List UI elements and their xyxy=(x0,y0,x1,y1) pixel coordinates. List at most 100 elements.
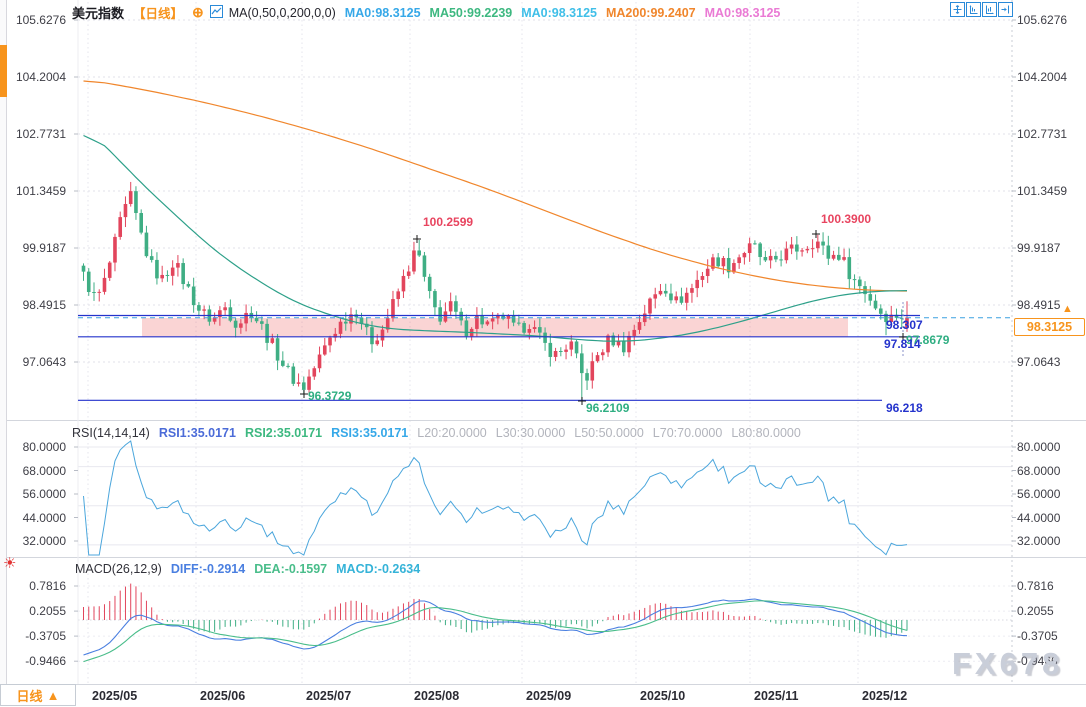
rsi-levels-item: L50:50.0000 xyxy=(574,426,644,440)
add-indicator-button[interactable]: ⊕ xyxy=(192,4,204,21)
axis-tick-label: 102.7731 xyxy=(1017,127,1067,141)
pan-tool-icon[interactable] xyxy=(950,2,965,17)
hot-indicator-icon[interactable]: ☀ xyxy=(3,556,16,572)
jump-to-latest-icon[interactable] xyxy=(998,2,1013,17)
ma-values-item: MA200:99.2407 xyxy=(606,6,696,20)
axis-tick-label: 104.2004 xyxy=(1017,70,1067,84)
rsi-title: RSI(14,14,14) xyxy=(72,426,150,440)
axis-tick-label: 0.7816 xyxy=(1017,579,1054,593)
price-up-arrow-icon: ▲ xyxy=(1062,303,1073,315)
ma50-line xyxy=(84,136,908,342)
axis-tick-label: 68.0000 xyxy=(1017,464,1060,478)
macd-values-item: MACD:-0.2634 xyxy=(336,562,420,576)
period-selector-label: 日线 xyxy=(17,686,43,705)
axis-tick-label: 68.0000 xyxy=(8,464,66,478)
time-axis-label: 2025/11 xyxy=(754,689,799,703)
macd-title: MACD(26,12,9) xyxy=(75,562,162,576)
axis-tick-label: 105.6276 xyxy=(8,13,66,27)
trading-chart-app: ☀ 美元指数 【日线】 ⊕ MA(0,50,0,200,0,0) MA0:98.… xyxy=(0,0,1086,707)
axis-tick-label: 98.4915 xyxy=(1017,298,1060,312)
rsi-levels-item: L30:30.0000 xyxy=(496,426,566,440)
macd-diff-line xyxy=(84,599,908,655)
price-chart-canvas[interactable] xyxy=(0,0,1086,707)
time-axis-label: 2025/05 xyxy=(92,689,137,703)
price-annotation: 96.218 xyxy=(886,402,923,415)
axis-tick-label: 0.2055 xyxy=(8,604,66,618)
current-price-badge: 98.3125 xyxy=(1014,318,1085,336)
axis-tick-label: 32.0000 xyxy=(1017,534,1060,548)
symbol-title: 美元指数 xyxy=(72,3,124,22)
macd-values-item: DIFF:-0.2914 xyxy=(171,562,245,576)
period-selector-arrow-icon: ▲ xyxy=(47,688,60,703)
axis-tick-label: -0.9466 xyxy=(8,654,66,668)
ma-settings-label: MA(0,50,0,200,0,0) xyxy=(229,6,336,20)
macd-dea-line xyxy=(84,601,908,662)
axis-tick-label: 80.0000 xyxy=(1017,440,1060,454)
time-axis-label: 2025/06 xyxy=(200,689,245,703)
ma-values-item: MA0:98.3125 xyxy=(705,6,781,20)
time-axis-label: 2025/12 xyxy=(862,689,907,703)
macd-values-legend: DIFF:-0.2914 DEA:-0.1597 MACD:-0.2634 xyxy=(171,562,429,576)
rsi-levels-legend: L20:20.0000 L30:30.0000 L50:50.0000 L70:70.… xyxy=(417,426,810,440)
watermark: FX678 xyxy=(952,646,1063,682)
axis-tick-label: 44.0000 xyxy=(8,511,66,525)
price-annotation: 100.3900 xyxy=(821,213,871,226)
axis-tick-label: 0.2055 xyxy=(1017,604,1054,618)
rsi-line xyxy=(84,441,908,555)
rsi-values-item: RSI1:35.0171 xyxy=(159,426,236,440)
rsi-values-item: RSI3:35.0171 xyxy=(331,426,408,440)
axis-scale-right-icon[interactable] xyxy=(982,2,997,17)
macd-values-item: DEA:-0.1597 xyxy=(254,562,327,576)
rsi-legend: RSI(14,14,14) RSI1:35.0171RSI2:35.0171RS… xyxy=(72,426,810,440)
axis-tick-label: 101.3459 xyxy=(8,184,66,198)
axis-tick-label: 0.7816 xyxy=(8,579,66,593)
axis-tick-label: 97.0643 xyxy=(8,355,66,369)
ma-values-item: MA0:98.3125 xyxy=(345,6,421,20)
price-annotation: 100.2599 xyxy=(423,216,473,229)
axis-tick-label: 97.0643 xyxy=(1017,355,1060,369)
rsi-values-legend: RSI1:35.0171 RSI2:35.0171 RSI3:35.0171 xyxy=(159,426,417,440)
axis-tick-label: 102.7731 xyxy=(8,127,66,141)
axis-tick-label: 99.9187 xyxy=(1017,241,1060,255)
ma-values-item: MA50:99.2239 xyxy=(430,6,513,20)
time-axis-label: 2025/07 xyxy=(306,689,351,703)
ma-values-item: MA0:98.3125 xyxy=(521,6,597,20)
axis-tick-label: 99.9187 xyxy=(8,241,66,255)
rsi-levels-item: L20:20.0000 xyxy=(417,426,487,440)
price-annotation: 96.2109 xyxy=(586,402,629,415)
axis-tick-label: 56.0000 xyxy=(1017,487,1060,501)
macd-legend: MACD(26,12,9) DIFF:-0.2914 DEA:-0.1597 MAC… xyxy=(75,562,429,576)
price-annotation: 96.3729 xyxy=(308,390,351,403)
rsi-values-item: RSI2:35.0171 xyxy=(245,426,322,440)
time-axis-label: 2025/09 xyxy=(526,689,571,703)
axis-tick-label: 101.3459 xyxy=(1017,184,1067,198)
main-legend: 美元指数 【日线】 ⊕ MA(0,50,0,200,0,0) MA0:98.31… xyxy=(72,3,789,22)
axis-tick-label: 56.0000 xyxy=(8,487,66,501)
axis-scale-left-icon[interactable] xyxy=(966,2,981,17)
axis-tick-label: 44.0000 xyxy=(1017,511,1060,525)
price-annotation: 97.814 xyxy=(884,338,921,351)
axis-tick-label: 98.4915 xyxy=(8,298,66,312)
rsi-levels-item: L80:80.0000 xyxy=(731,426,801,440)
rsi-levels-item: L70:70.0000 xyxy=(653,426,723,440)
ma200-line xyxy=(84,81,908,291)
time-axis-label: 2025/10 xyxy=(640,689,685,703)
axis-tick-label: 105.6276 xyxy=(1017,13,1067,27)
time-axis-label: 2025/08 xyxy=(414,689,459,703)
ma-values-legend: MA0:98.3125 MA50:99.2239 MA0:98.3125 MA200:… xyxy=(345,6,790,20)
left-scrollbar-track[interactable] xyxy=(0,0,7,684)
candles-layer xyxy=(82,182,909,401)
axis-tick-label: -0.3705 xyxy=(8,629,66,643)
period-tag: 【日线】 xyxy=(133,3,183,22)
chart-type-icon[interactable] xyxy=(210,5,223,21)
axis-tick-label: -0.3705 xyxy=(1017,629,1058,643)
price-annotation: 98.307 xyxy=(886,319,923,332)
axis-tick-label: 32.0000 xyxy=(8,534,66,548)
time-axis-bar: 2025/05 2025/06 2025/07 2025/08 2025/09 2025/… xyxy=(0,685,1086,707)
axis-ticks xyxy=(74,20,1016,689)
axis-tick-label: 80.0000 xyxy=(8,440,66,454)
left-scrollbar-thumb[interactable] xyxy=(0,45,7,97)
chart-toolbar xyxy=(949,2,1013,17)
axis-tick-label: 104.2004 xyxy=(8,70,66,84)
period-selector-button[interactable]: 日线 ▲ xyxy=(0,684,76,706)
